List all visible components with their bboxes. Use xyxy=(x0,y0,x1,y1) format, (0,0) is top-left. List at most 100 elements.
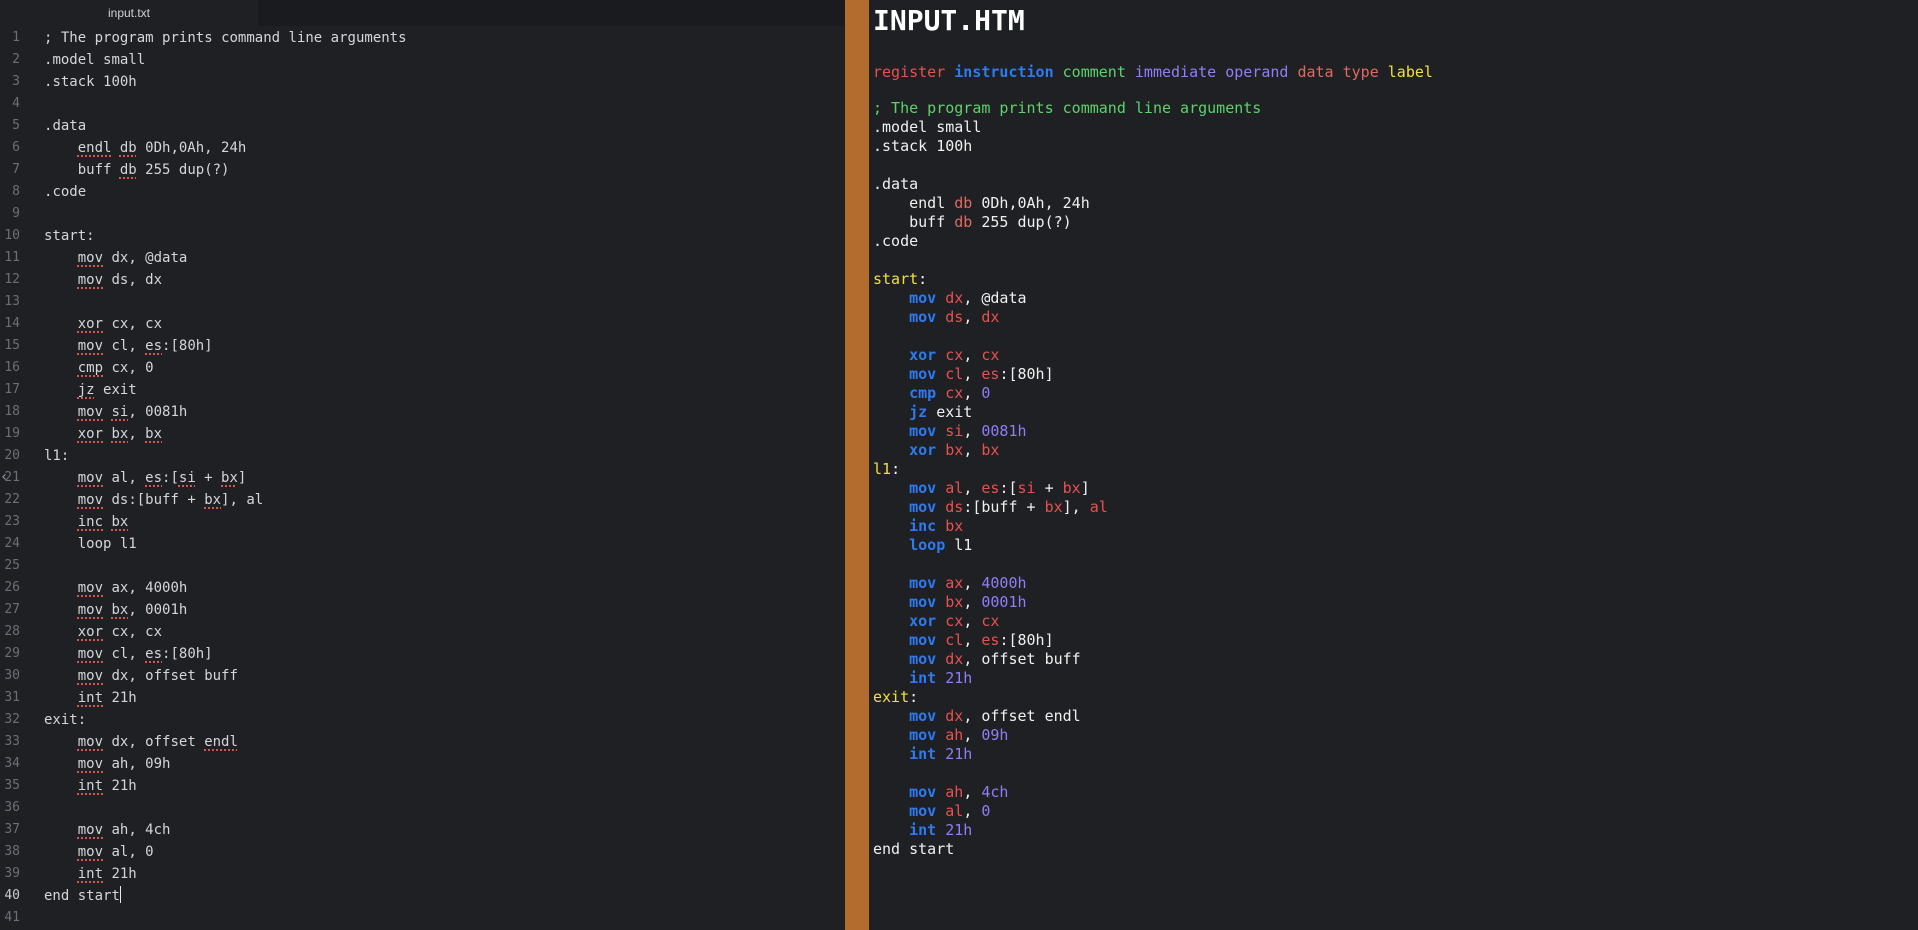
line-number: 37 xyxy=(4,822,20,837)
line-number: 9 xyxy=(12,206,20,221)
editor-line[interactable]: 14 xor cx, cx xyxy=(0,313,845,335)
editor-line[interactable]: 5 .data xyxy=(0,115,845,137)
editor-line[interactable]: 40 end start xyxy=(0,885,845,907)
preview-line: mov ax, 4000h xyxy=(909,574,1027,592)
editor-line[interactable]: 32 exit: xyxy=(0,709,845,731)
editor-line[interactable]: 33 mov dx, offset endl xyxy=(0,731,845,753)
editor-line[interactable]: 18 mov si, 0081h xyxy=(0,401,845,423)
line-text: .data xyxy=(44,118,87,134)
editor-line[interactable]: 34 mov ah, 09h xyxy=(0,753,845,775)
preview-line: xor cx, cx xyxy=(909,346,1000,364)
line-text: .stack 100h xyxy=(44,74,137,90)
line-number: 16 xyxy=(4,360,20,375)
line-text: int 21h xyxy=(77,778,137,794)
line-number: 25 xyxy=(4,558,20,573)
line-number: 38 xyxy=(4,844,20,859)
preview-line: exit: xyxy=(873,688,919,706)
preview-line: l1: xyxy=(873,460,901,478)
line-text: inc bx xyxy=(77,514,129,530)
editor-line[interactable]: 2 .model small xyxy=(0,49,845,71)
editor-line[interactable]: 28 xor cx, cx xyxy=(0,621,845,643)
editor-line[interactable]: 6 endl db 0Dh,0Ah, 24h xyxy=(0,137,845,159)
editor-line[interactable]: 10 start: xyxy=(0,225,845,247)
preview-line: jz exit xyxy=(909,403,973,421)
preview-line: mov dx, offset endl xyxy=(909,707,1081,725)
editor-line[interactable]: 13 xyxy=(0,291,845,313)
editor-line[interactable]: 12 mov ds, dx xyxy=(0,269,845,291)
editor-line[interactable]: 26 mov ax, 4000h xyxy=(0,577,845,599)
preview-line: mov cl, es:[80h] xyxy=(909,365,1054,383)
legend-item: data type xyxy=(1297,63,1379,81)
line-text: mov si, 0081h xyxy=(77,404,188,420)
editor-line[interactable]: 3 .stack 100h xyxy=(0,71,845,93)
preview-line xyxy=(873,555,1261,574)
editor-line[interactable]: 22 mov ds:[buff + bx], al xyxy=(0,489,845,511)
pane-divider[interactable] xyxy=(845,0,869,930)
line-number: 35 xyxy=(4,778,20,793)
page-title: INPUT.HTM xyxy=(873,4,1025,37)
editor-line[interactable]: 7 buff db 255 dup(?) xyxy=(0,159,845,181)
preview-line: end start xyxy=(873,840,955,858)
editor-line[interactable]: 30 mov dx, offset buff xyxy=(0,665,845,687)
editor-line[interactable]: 16 cmp cx, 0 xyxy=(0,357,845,379)
preview-pane: INPUT.HTM register instruction comment i… xyxy=(869,0,1918,930)
editor-line[interactable]: 9 xyxy=(0,203,845,225)
line-number: 6 xyxy=(12,140,20,155)
editor-line[interactable]: 38 mov al, 0 xyxy=(0,841,845,863)
line-text: mov ds, dx xyxy=(77,272,163,288)
preview-line: mov ah, 4ch xyxy=(909,783,1009,801)
editor-line[interactable]: 29 mov cl, es:[80h] xyxy=(0,643,845,665)
line-number: 11 xyxy=(4,250,20,265)
editor-line[interactable]: 24 loop l1 xyxy=(0,533,845,555)
editor-line[interactable]: 4 xyxy=(0,93,845,115)
editor-line[interactable]: 15 mov cl, es:[80h] xyxy=(0,335,845,357)
preview-line: .data xyxy=(873,175,919,193)
preview-line: xor bx, bx xyxy=(909,441,1000,459)
editor-line[interactable]: 27 mov bx, 0001h xyxy=(0,599,845,621)
editor-line[interactable]: 21 mov al, es:[si + bx] xyxy=(0,467,845,489)
code-area[interactable]: 1 ; The program prints command line argum… xyxy=(0,27,845,929)
editor-pane[interactable]: input.txt ‹ 1; The program prints comman… xyxy=(0,0,845,930)
preview-line: int 21h xyxy=(909,669,973,687)
editor-line[interactable]: 37 mov ah, 4ch xyxy=(0,819,845,841)
line-number: 13 xyxy=(4,294,20,309)
line-text: mov al, es:[si + bx] xyxy=(77,470,247,486)
tab-input-txt[interactable]: input.txt xyxy=(0,0,258,26)
line-number: 7 xyxy=(12,162,20,177)
preview-line: .code xyxy=(873,232,919,250)
editor-line[interactable]: 36 xyxy=(0,797,845,819)
editor-line[interactable]: 1 ; The program prints command line argum… xyxy=(0,27,845,49)
line-number: 14 xyxy=(4,316,20,331)
preview-line: mov si, 0081h xyxy=(909,422,1027,440)
line-number: 2 xyxy=(12,52,20,67)
line-number: 8 xyxy=(12,184,20,199)
line-text: .code xyxy=(44,184,87,200)
legend-item: operand xyxy=(1225,63,1289,81)
editor-line[interactable]: 31 int 21h xyxy=(0,687,845,709)
line-number: 3 xyxy=(12,74,20,89)
line-number: 20 xyxy=(4,448,20,463)
editor-line[interactable]: 41 xyxy=(0,907,845,929)
editor-line[interactable]: 35 int 21h xyxy=(0,775,845,797)
line-text: mov dx, @data xyxy=(77,250,188,266)
preview-line xyxy=(873,251,1261,270)
line-text: jz exit xyxy=(77,382,137,398)
line-number: 33 xyxy=(4,734,20,749)
line-number: 39 xyxy=(4,866,20,881)
editor-line[interactable]: 39 int 21h xyxy=(0,863,845,885)
line-number: 31 xyxy=(4,690,20,705)
editor-line[interactable]: 25 xyxy=(0,555,845,577)
line-text: start: xyxy=(44,228,95,244)
legend-item: label xyxy=(1387,63,1433,81)
line-number: 29 xyxy=(4,646,20,661)
editor-line[interactable]: 20 l1: xyxy=(0,445,845,467)
editor-line[interactable]: 17 jz exit xyxy=(0,379,845,401)
editor-line[interactable]: 8 .code xyxy=(0,181,845,203)
editor-line[interactable]: 19 xor bx, bx xyxy=(0,423,845,445)
preview-line: mov ds:[buff + bx], al xyxy=(909,498,1108,516)
preview-line: mov ds, dx xyxy=(909,308,1000,326)
line-number: 41 xyxy=(4,910,20,925)
editor-line[interactable]: 11 mov dx, @data xyxy=(0,247,845,269)
editor-line[interactable]: 23 inc bx xyxy=(0,511,845,533)
line-number: 22 xyxy=(4,492,20,507)
